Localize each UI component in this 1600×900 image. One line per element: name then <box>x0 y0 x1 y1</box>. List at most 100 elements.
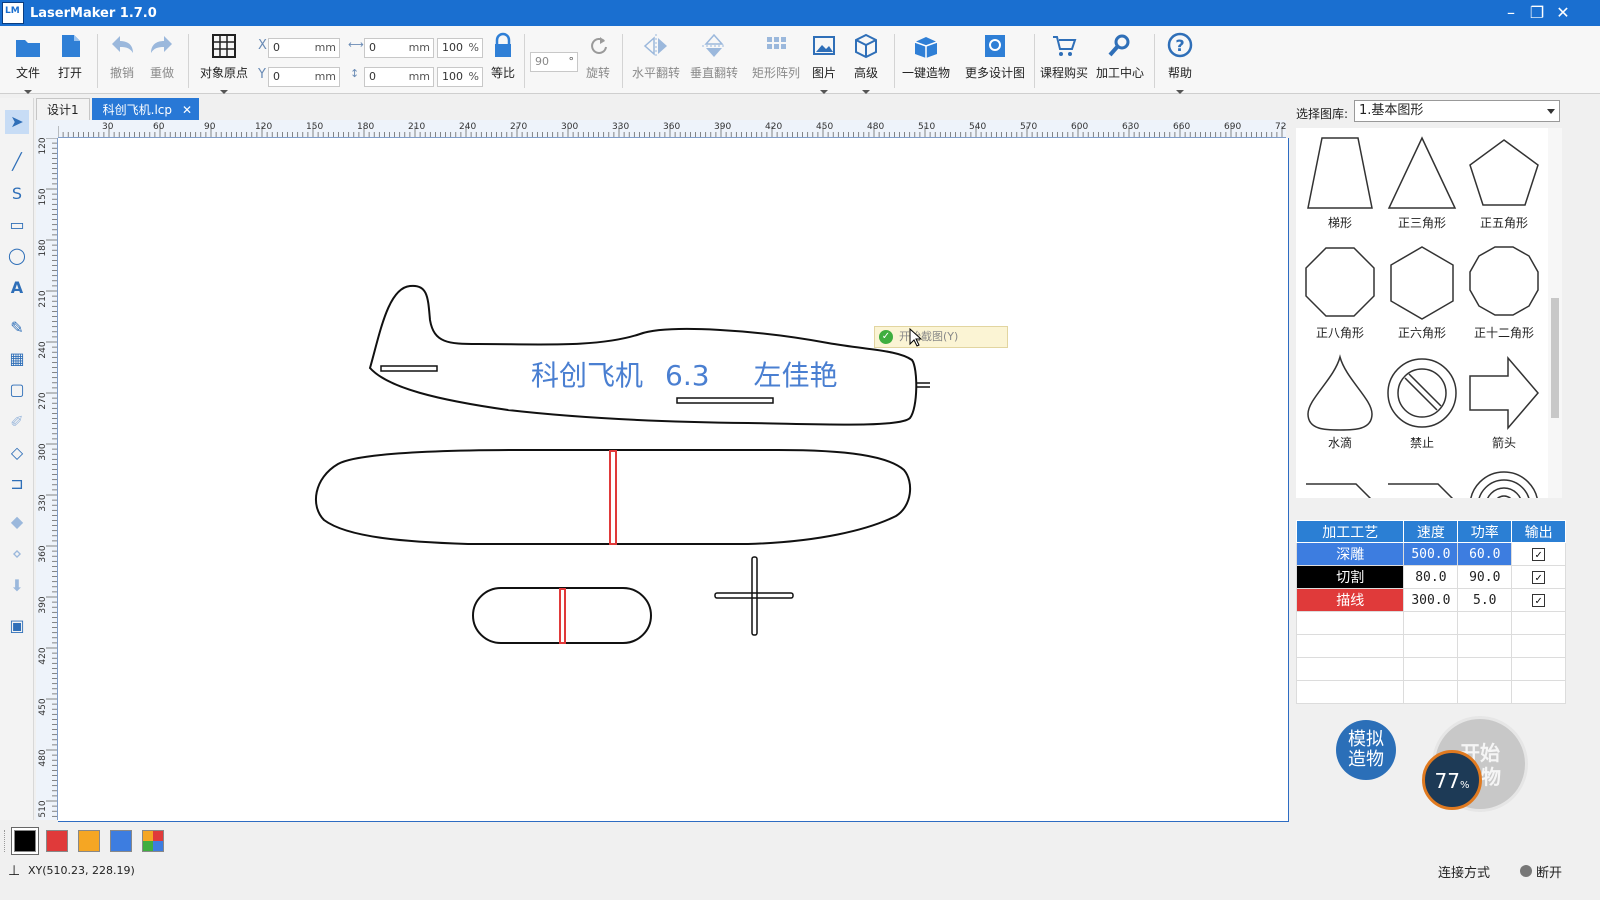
open-button[interactable]: 打开 <box>50 30 90 88</box>
tab-plane-file[interactable]: 科创飞机.lcp ✕ <box>91 98 200 121</box>
shape-partial[interactable] <box>1300 460 1380 498</box>
close-window-button[interactable]: ✕ <box>1552 2 1574 24</box>
ellipse-tool-icon[interactable]: ◯ <box>5 244 29 268</box>
table-row[interactable]: 深雕 500.0 60.0 ✓ <box>1295 542 1566 566</box>
image-button[interactable]: 图片 <box>806 30 842 94</box>
combine-tool-icon[interactable]: ⬇ <box>5 574 29 598</box>
restore-button[interactable]: ❐ <box>1526 2 1548 24</box>
simulate-button[interactable]: 模拟 造物 <box>1336 720 1396 780</box>
advanced-button[interactable]: 高级 <box>846 30 886 94</box>
color-swatch-orange[interactable] <box>78 830 100 852</box>
color-swatch-multi[interactable] <box>142 830 164 852</box>
process-name[interactable]: 描线 <box>1295 588 1405 612</box>
shape-partial[interactable] <box>1382 460 1462 498</box>
close-tab-icon[interactable]: ✕ <box>182 99 192 121</box>
file-button[interactable]: 文件 <box>8 30 48 94</box>
table-tool-icon[interactable]: ▦ <box>5 347 29 371</box>
frame-tool-icon[interactable]: ▢ <box>5 378 29 402</box>
help-button[interactable]: ? 帮助 <box>1160 30 1200 94</box>
rect-array-button[interactable]: 矩形阵列 <box>748 30 804 88</box>
screenshot-tooltip[interactable]: ✓ 开始截图(Y) <box>874 326 1008 348</box>
library-select[interactable]: 1.基本图形 <box>1354 100 1560 122</box>
shape-partial[interactable] <box>1464 460 1544 498</box>
shape-arrow[interactable]: 箭头 <box>1464 350 1544 454</box>
output-checkbox[interactable]: ✓ <box>1532 570 1546 584</box>
pen-tool-icon[interactable]: ✎ <box>5 316 29 340</box>
shape-trapezoid[interactable]: 梯形 <box>1300 130 1380 234</box>
speed-value[interactable]: 80.0 <box>1403 565 1459 589</box>
scale-width-input[interactable]: 100% <box>437 38 483 58</box>
rudder-vertical-bar[interactable] <box>751 556 758 636</box>
redo-button[interactable]: 重做 <box>142 30 182 88</box>
more-designs-button[interactable]: 更多设计图 <box>960 30 1030 88</box>
color-swatch-red[interactable] <box>46 830 68 852</box>
rotate-angle-input[interactable]: 90 ° <box>530 52 578 72</box>
line-tool-icon[interactable]: ╱ <box>5 150 29 174</box>
rudder-horizontal-bar[interactable] <box>714 592 794 599</box>
main-wing-outline[interactable] <box>315 449 912 545</box>
shape-forbidden[interactable]: 禁止 <box>1382 350 1462 454</box>
shape-hexagon[interactable]: 正六角形 <box>1382 240 1462 344</box>
speed-value[interactable]: 500.0 <box>1403 542 1459 566</box>
eraser-tool-icon[interactable]: ◇ <box>5 441 29 465</box>
undo-button[interactable]: 撤销 <box>102 30 142 88</box>
color-swatch-blue[interactable] <box>110 830 132 852</box>
rotate-button[interactable]: 旋转 <box>580 30 616 88</box>
shape-pentagon[interactable]: 正五角形 <box>1464 130 1544 234</box>
flip-horizontal-button[interactable]: 水平翻转 <box>628 30 684 88</box>
camera-tool-icon[interactable]: ▣ <box>5 614 29 638</box>
table-row[interactable]: 切割 80.0 90.0 ✓ <box>1295 565 1566 589</box>
shape-droplet[interactable]: 水滴 <box>1300 350 1380 454</box>
output-checkbox[interactable]: ✓ <box>1532 593 1546 607</box>
lock-ratio-button[interactable]: 等比 <box>486 30 520 88</box>
table-row[interactable]: 描线 300.0 5.0 ✓ <box>1295 588 1566 612</box>
color-swatch-black[interactable] <box>14 830 36 852</box>
process-name[interactable]: 切割 <box>1295 565 1405 589</box>
nose-peg[interactable] <box>916 382 930 388</box>
engraved-text[interactable]: 科创飞机 6.3 左佳艳 <box>531 354 838 394</box>
open-label: 打开 <box>57 66 82 80</box>
y-input[interactable]: 0 mm <box>268 67 340 87</box>
redo-icon <box>148 32 176 60</box>
shape-dodecagon[interactable]: 正十二角形 <box>1464 240 1544 344</box>
height-input[interactable]: 0 mm <box>364 67 434 87</box>
library-scrollbar-thumb[interactable] <box>1551 298 1559 418</box>
minimize-button[interactable]: – <box>1500 2 1522 24</box>
buy-course-button[interactable]: 课程购买 <box>1036 30 1092 88</box>
process-name[interactable]: 深雕 <box>1295 542 1405 566</box>
flip-vertical-button[interactable]: 垂直翻转 <box>686 30 742 88</box>
node-tool-icon[interactable]: ⋄ <box>5 542 29 566</box>
output-cell: ✓ <box>1511 542 1566 566</box>
power-value[interactable]: 5.0 <box>1457 588 1513 612</box>
shape-octagon[interactable]: 正八角形 <box>1300 240 1380 344</box>
connection-mode-label[interactable]: 连接方式 <box>1438 862 1490 881</box>
y-label: Y <box>258 67 266 82</box>
main-wing-red-mark[interactable] <box>609 450 617 545</box>
one-click-make-button[interactable]: 一键造物 <box>898 30 954 88</box>
power-value[interactable]: 60.0 <box>1457 542 1513 566</box>
rectangle-tool-icon[interactable]: ▭ <box>5 213 29 237</box>
toolbar-divider <box>1034 34 1035 88</box>
power-value[interactable]: 90.0 <box>1457 565 1513 589</box>
scale-height-input[interactable]: 100% <box>437 67 483 87</box>
tail-wing-red-mark[interactable] <box>559 588 566 644</box>
output-checkbox[interactable]: ✓ <box>1532 547 1546 561</box>
design-canvas[interactable]: 科创飞机 6.3 左佳艳 ✓ 开始截图(Y) <box>58 138 1289 822</box>
tab-design1[interactable]: 设计1 <box>36 98 90 120</box>
tail-wing-outline[interactable] <box>472 587 652 644</box>
fill-tool-icon[interactable]: ◆ <box>5 510 29 534</box>
edit-tool-icon[interactable]: ✐ <box>5 410 29 434</box>
width-input[interactable]: 0 mm <box>364 38 434 58</box>
shape-triangle[interactable]: 正三角形 <box>1382 130 1462 234</box>
align-tool-icon[interactable]: ⊐ <box>5 472 29 496</box>
select-tool-icon[interactable]: ➤ <box>5 110 29 134</box>
object-origin-button[interactable]: 对象原点 <box>194 30 254 94</box>
speed-value[interactable]: 300.0 <box>1403 588 1459 612</box>
x-input[interactable]: 0 mm <box>268 38 340 58</box>
library-scrollbar[interactable] <box>1548 128 1562 498</box>
curve-tool-icon[interactable]: S <box>5 182 29 206</box>
fuselage-slot-middle[interactable] <box>676 397 774 404</box>
text-tool-icon[interactable]: A <box>5 276 29 300</box>
fuselage-slot-left[interactable] <box>380 365 438 372</box>
processing-center-button[interactable]: 加工中心 <box>1092 30 1148 88</box>
